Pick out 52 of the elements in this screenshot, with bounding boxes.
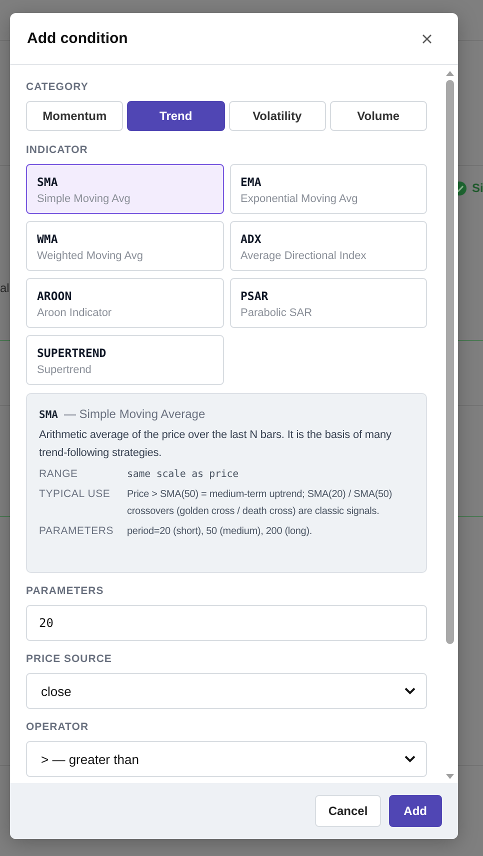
info-value: period=20 (short), 50 (medium), 200 (long). <box>127 525 314 539</box>
indicator-code: EMA <box>240 175 262 190</box>
indicator-card[interactable]: EMA Exponential Moving Avg <box>230 164 427 214</box>
field-label: PRICE SOURCE <box>26 653 112 665</box>
indicator-name: Parabolic SAR <box>240 307 312 320</box>
select-field[interactable]: close <box>26 673 427 709</box>
category-tab[interactable]: Volume <box>330 101 427 131</box>
indicator-card[interactable]: AROON Aroon Indicator <box>26 278 224 328</box>
background-text: Si <box>472 181 483 195</box>
add-button[interactable]: Add <box>388 795 442 827</box>
indicator-name: Supertrend <box>37 364 92 377</box>
section-label: CATEGORY <box>26 81 88 93</box>
input-field[interactable]: 20 <box>26 605 427 641</box>
indicator-card[interactable]: SUPERTREND Supertrend <box>26 335 224 385</box>
field-label: PARAMETERS <box>26 585 104 597</box>
indicator-card[interactable]: PSAR Parabolic SAR <box>230 278 427 328</box>
select-field[interactable]: > — greater than <box>26 741 427 777</box>
info-key: RANGE <box>39 466 127 483</box>
close-button[interactable] <box>420 32 434 46</box>
dialog-title: Add condition <box>27 30 128 47</box>
scroll-up-icon[interactable] <box>446 71 454 76</box>
indicator-code: PSAR <box>240 289 268 304</box>
info-key: PARAMETERS <box>39 523 127 540</box>
background-text: al <box>0 281 10 295</box>
chevron-down-icon <box>404 755 416 763</box>
scroll-down-icon[interactable] <box>446 774 454 779</box>
category-tab[interactable]: Volatility <box>228 101 326 131</box>
indicator-description: Arithmetic average of the price over the last N bars. It is the basis of many trend-following strategies. <box>39 428 392 461</box>
section-label: INDICATOR <box>26 144 88 156</box>
category-tab[interactable]: Momentum <box>26 101 124 131</box>
indicator-name: Exponential Moving Avg <box>240 193 358 206</box>
info-key: TYPICAL USE <box>39 486 127 520</box>
indicator-name: Aroon Indicator <box>37 307 112 320</box>
indicator-code: AROON <box>37 289 72 304</box>
field-label: OPERATOR <box>26 721 89 733</box>
category-tab[interactable]: Trend <box>127 101 224 131</box>
info-value: Price > SMA(50) = medium-term uptrend; SMA(20) / SMA(50) crossovers (golden cross / death cross) are classic signals. <box>127 488 394 519</box>
indicator-name: Simple Moving Avg <box>37 193 130 206</box>
indicator-name: Weighted Moving Avg <box>37 250 143 263</box>
indicator-code: SMA <box>37 175 58 190</box>
cancel-button[interactable]: Cancel <box>315 795 381 827</box>
chevron-down-icon <box>404 687 416 695</box>
info-value: same scale as price <box>127 468 240 482</box>
indicator-card[interactable]: WMA Weighted Moving Avg <box>26 221 224 271</box>
indicator-code: ADX <box>240 232 262 247</box>
indicator-card[interactable]: ADX Average Directional Index <box>230 221 427 271</box>
indicator-code: WMA <box>37 232 58 247</box>
indicator-code: SUPERTREND <box>37 346 106 361</box>
indicator-name: Average Directional Index <box>240 250 366 263</box>
indicator-code: SMA <box>39 409 58 421</box>
indicator-title: — Simple Moving Average <box>64 407 206 421</box>
indicator-card[interactable]: SMA Simple Moving Avg <box>26 164 224 214</box>
